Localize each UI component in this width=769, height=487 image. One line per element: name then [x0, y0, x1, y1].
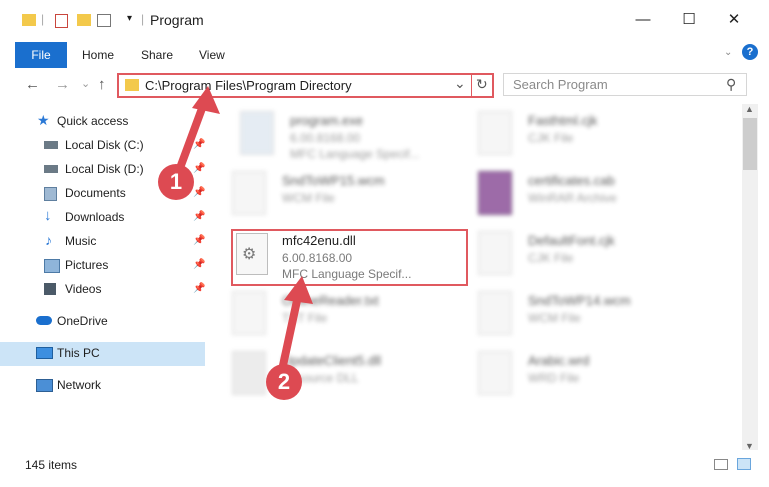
details-view-icon[interactable] [714, 459, 728, 470]
callout-1: 1 [158, 164, 194, 200]
status-bar [0, 450, 769, 480]
item-count: 145 items [25, 458, 78, 472]
arrow-2-shaft [278, 292, 302, 374]
annotation-arrows [176, 86, 313, 374]
callout-2: 2 [266, 364, 302, 400]
arrow-1-head [192, 86, 220, 114]
arrow-1-shaft [176, 99, 208, 172]
scrollbar-thumb[interactable] [743, 118, 757, 170]
arrow-2-head [284, 276, 313, 304]
scroll-up-icon[interactable]: ▲ [745, 104, 754, 114]
large-icons-view-icon[interactable] [737, 458, 751, 470]
